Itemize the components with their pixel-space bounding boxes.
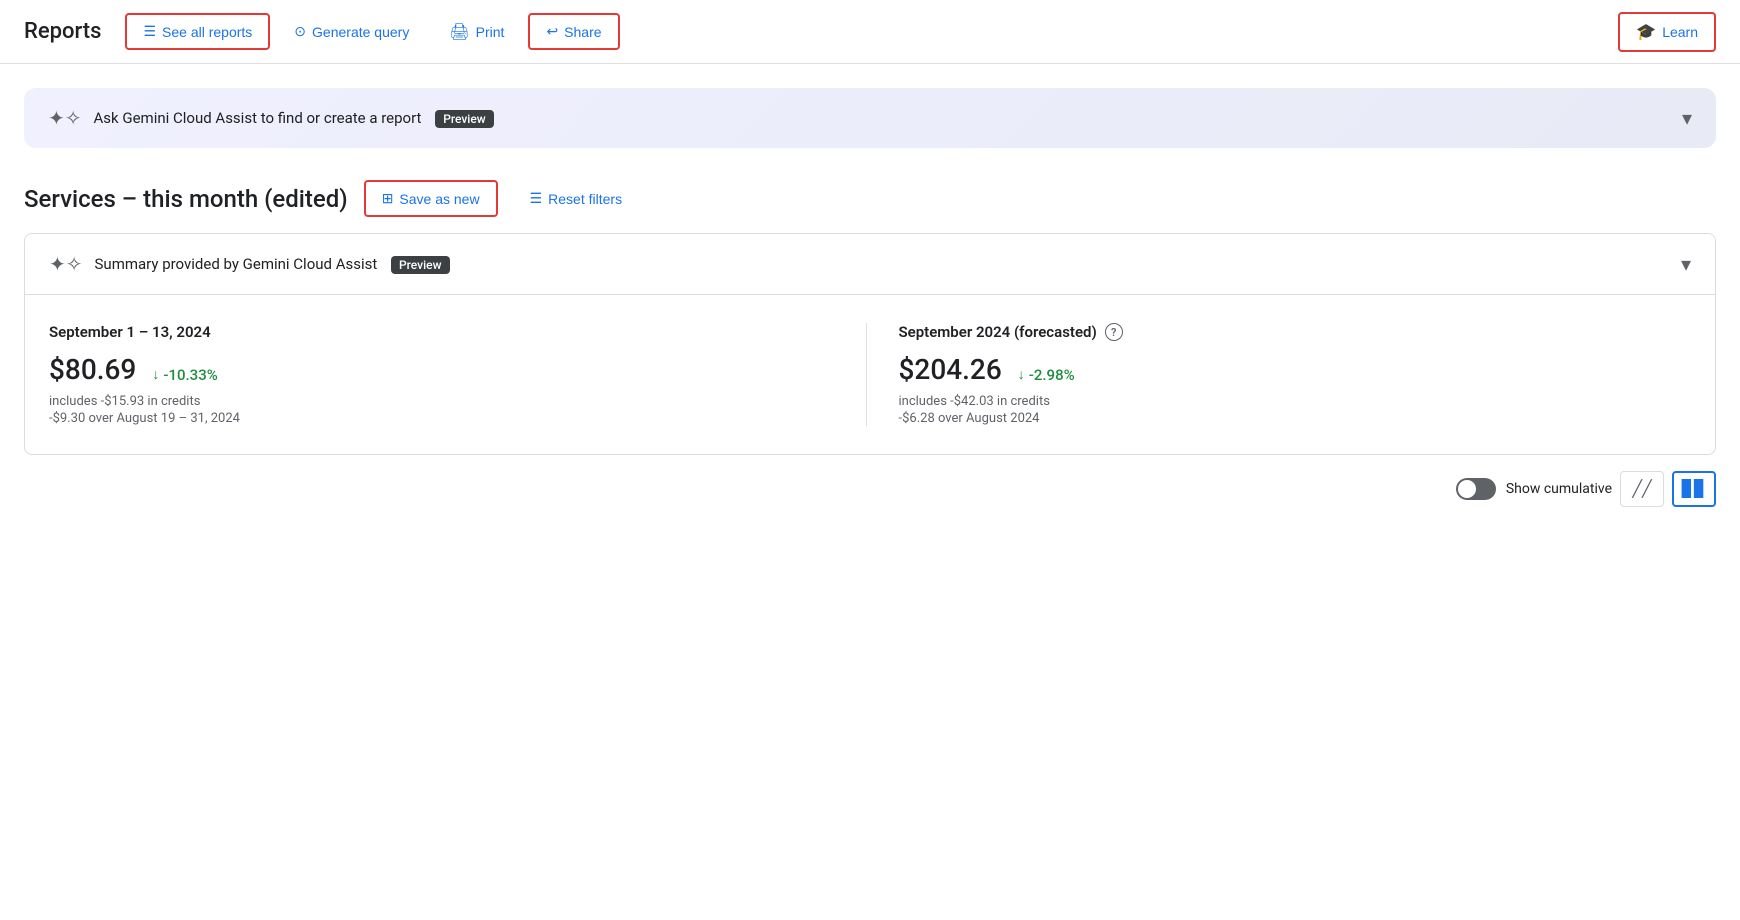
print-label: Print: [476, 24, 505, 40]
save-as-new-button[interactable]: Save as new: [364, 180, 498, 217]
reset-filters-button[interactable]: Reset filters: [514, 182, 638, 215]
summary-change-2: ↓ -2.98%: [1018, 366, 1075, 384]
page-title: Reports: [24, 19, 101, 44]
generate-query-button[interactable]: Generate query: [278, 15, 425, 48]
summary-change-1: ↓ -10.33%: [152, 366, 217, 384]
see-all-reports-button[interactable]: See all reports: [125, 13, 270, 50]
summary-amount-1: $80.69: [49, 353, 136, 386]
summary-change-value-2: -2.98%: [1029, 366, 1075, 384]
summary-row-2: $204.26 ↓ -2.98%: [899, 353, 1692, 386]
summary-card: ✦✧ Summary provided by Gemini Cloud Assi…: [24, 233, 1716, 455]
share-icon: [546, 23, 558, 40]
save-as-new-label: Save as new: [399, 191, 479, 207]
down-arrow-icon-1: ↓: [152, 366, 159, 383]
down-arrow-icon-2: ↓: [1018, 366, 1025, 383]
summary-period-2: September 2024 (forecasted) ?: [899, 323, 1692, 341]
summary-comparison-2: -$6.28 over August 2024: [899, 411, 1692, 426]
toggle-knob: [1458, 480, 1476, 498]
summary-amount-2: $204.26: [899, 353, 1002, 386]
gemini-ask-text: Ask Gemini Cloud Assist to find or creat…: [94, 109, 422, 127]
search-icon: [294, 23, 306, 40]
summary-period-1: September 1 – 13, 2024: [49, 323, 842, 341]
summary-change-value-1: -10.33%: [163, 366, 217, 384]
summary-period-2-text: September 2024 (forecasted): [899, 323, 1097, 341]
gemini-preview-badge: Preview: [435, 110, 494, 128]
reset-filters-label: Reset filters: [548, 191, 622, 207]
gemini-banner[interactable]: ✦✧ Ask Gemini Cloud Assist to find or cr…: [24, 88, 1716, 148]
report-title: Services – this month (edited): [24, 185, 348, 213]
bottom-toolbar: Show cumulative ╱ ▊: [0, 455, 1740, 523]
show-cumulative-toggle[interactable]: [1456, 478, 1496, 500]
summary-content: September 1 – 13, 2024 $80.69 ↓ -10.33% …: [25, 294, 1715, 454]
sparkle-icon: ✦✧: [48, 106, 82, 130]
see-all-reports-label: See all reports: [162, 24, 252, 40]
share-label: Share: [564, 24, 601, 40]
summary-sparkle-icon: ✦✧: [49, 252, 83, 276]
info-icon[interactable]: ?: [1105, 323, 1123, 341]
print-icon: [449, 22, 469, 42]
summary-header[interactable]: ✦✧ Summary provided by Gemini Cloud Assi…: [25, 234, 1715, 294]
line-chart-button[interactable]: ╱: [1620, 471, 1664, 507]
learn-button[interactable]: Learn: [1618, 12, 1716, 52]
summary-comparison-1: -$9.30 over August 19 – 31, 2024: [49, 411, 842, 426]
show-cumulative-container: Show cumulative: [1456, 478, 1612, 500]
summary-preview-badge: Preview: [391, 256, 450, 274]
summary-header-text: Summary provided by Gemini Cloud Assist …: [95, 255, 1669, 273]
chevron-down-icon: ▾: [1682, 106, 1692, 130]
list-icon: [143, 23, 156, 40]
report-title-section: Services – this month (edited) Save as n…: [0, 148, 1740, 233]
learn-label: Learn: [1662, 24, 1698, 40]
summary-col-current: September 1 – 13, 2024 $80.69 ↓ -10.33% …: [49, 323, 866, 426]
summary-credits-1: includes -$15.93 in credits: [49, 394, 842, 409]
summary-row-1: $80.69 ↓ -10.33%: [49, 353, 842, 386]
gemini-banner-text: Ask Gemini Cloud Assist to find or creat…: [94, 109, 1670, 127]
summary-col-forecasted: September 2024 (forecasted) ? $204.26 ↓ …: [866, 323, 1692, 426]
show-cumulative-label: Show cumulative: [1506, 481, 1612, 497]
bar-chart-button[interactable]: ▊: [1672, 471, 1716, 507]
learn-icon: [1636, 22, 1656, 42]
bar-chart-icon: ▊: [1682, 479, 1707, 499]
summary-chevron-icon: ▾: [1681, 252, 1691, 276]
share-button[interactable]: Share: [528, 13, 619, 50]
save-icon: [382, 190, 394, 207]
summary-title: Summary provided by Gemini Cloud Assist: [95, 255, 378, 273]
reset-icon: [530, 190, 543, 207]
generate-query-label: Generate query: [312, 24, 409, 40]
summary-credits-2: includes -$42.03 in credits: [899, 394, 1692, 409]
header: Reports See all reports Generate query P…: [0, 0, 1740, 64]
line-chart-icon: ╱: [1632, 479, 1651, 499]
print-button[interactable]: Print: [433, 14, 520, 50]
